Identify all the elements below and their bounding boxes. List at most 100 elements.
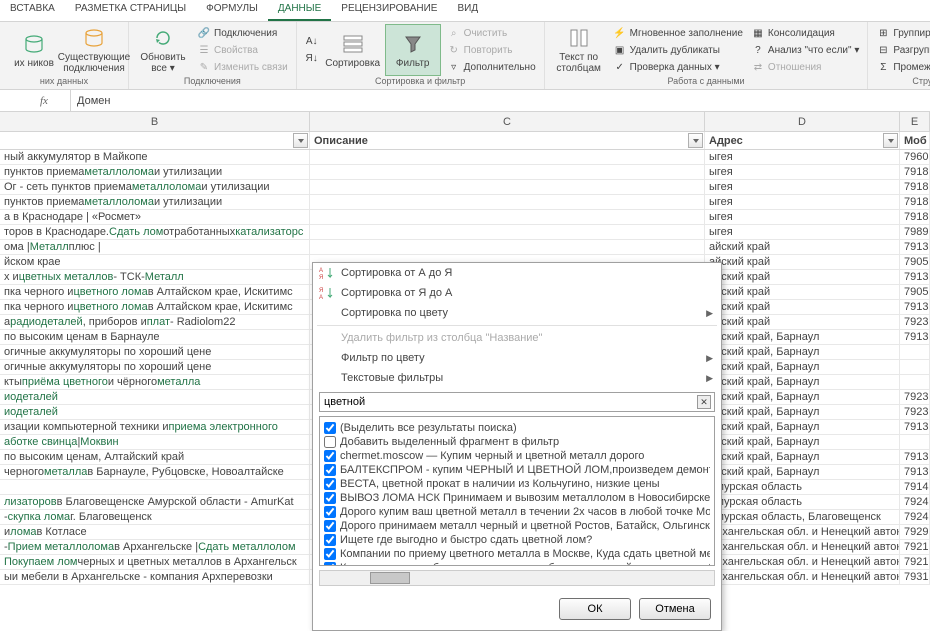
- cell[interactable]: 7923: [900, 405, 930, 419]
- cell[interactable]: аботке свинца | Моквин: [0, 435, 310, 449]
- sort-button[interactable]: Сортировка: [325, 24, 381, 76]
- cell[interactable]: Архангельская обл. и Ненецкий автоно: [705, 570, 900, 584]
- sort-az-button[interactable]: А↓: [303, 34, 321, 50]
- col-header-d[interactable]: D: [705, 112, 900, 131]
- cell[interactable]: пка черного и цветного лома в Алтайском …: [0, 300, 310, 314]
- table-row[interactable]: пунктов приема металлолома и утилизацииы…: [0, 165, 930, 180]
- cell[interactable]: торов в Краснодаре. Сдать лом отработанн…: [0, 225, 310, 239]
- filter-item[interactable]: Ищете где выгодно и быстро сдать цветной…: [324, 533, 710, 547]
- clear-search-button[interactable]: ✕: [697, 395, 711, 409]
- consolidate-button[interactable]: ▦Консолидация: [749, 25, 861, 41]
- properties-button[interactable]: ☰Свойства: [195, 42, 290, 58]
- table-row[interactable]: ома | Металл плюс |айский край7913: [0, 240, 930, 255]
- text-filters-item[interactable]: Текстовые фильтры▶: [313, 368, 721, 388]
- sort-by-color-item[interactable]: Сортировка по цвету▶: [313, 303, 721, 323]
- cell[interactable]: айский край, Барнаул: [705, 345, 900, 359]
- flash-fill-button[interactable]: ⚡Мгновенное заполнение: [611, 25, 745, 41]
- cell[interactable]: айский край, Барнаул: [705, 390, 900, 404]
- cell[interactable]: ыгея: [705, 225, 900, 239]
- cell[interactable]: [310, 225, 705, 239]
- filter-item[interactable]: Компании по приему цветного металла в Мо…: [324, 547, 710, 561]
- cell[interactable]: Ог - сеть пунктов приема металлолома и у…: [0, 180, 310, 194]
- cell[interactable]: [900, 345, 930, 359]
- cell[interactable]: 7914: [900, 480, 930, 494]
- col-header-c[interactable]: C: [310, 112, 705, 131]
- cell[interactable]: черного металла в Барнауле, Рубцовске, Н…: [0, 465, 310, 479]
- cell[interactable]: а радиодеталей, приборов и плат - Radiol…: [0, 315, 310, 329]
- remove-duplicates-button[interactable]: ▣Удалить дубликаты: [611, 42, 745, 58]
- cell[interactable]: пунктов приема металлолома и утилизации: [0, 195, 310, 209]
- cell[interactable]: Амурская область: [705, 495, 900, 509]
- cell[interactable]: Покупаем лом черных и цветных металлов в…: [0, 555, 310, 569]
- sort-az-item[interactable]: АЯ Сортировка от А до Я: [313, 263, 721, 283]
- cell[interactable]: и лома в Котласе: [0, 525, 310, 539]
- ungroup-button[interactable]: ⊟Разгруппировать ▾: [874, 42, 930, 58]
- connections-button[interactable]: 🔗Подключения: [195, 25, 290, 41]
- formula-input[interactable]: Домен: [70, 90, 930, 111]
- text-to-columns-button[interactable]: Текст по столбцам: [551, 24, 607, 76]
- cell[interactable]: [310, 150, 705, 164]
- cell[interactable]: пка черного и цветного лома в Алтайском …: [0, 285, 310, 299]
- cell[interactable]: ыгея: [705, 150, 900, 164]
- col-header-e[interactable]: Е: [900, 112, 930, 131]
- cell[interactable]: лизаторов в Благовещенске Амурской облас…: [0, 495, 310, 509]
- cell[interactable]: 7905: [900, 285, 930, 299]
- cell[interactable]: 7913: [900, 240, 930, 254]
- cell[interactable]: ыгея: [705, 195, 900, 209]
- cell[interactable]: - скупка лома г. Благовещенск: [0, 510, 310, 524]
- cell[interactable]: огичные аккумуляторы по хороший цене: [0, 360, 310, 374]
- cell[interactable]: 7918: [900, 195, 930, 209]
- ribbon-tab-рецензирование[interactable]: РЕЦЕНЗИРОВАНИЕ: [331, 0, 447, 21]
- filter-by-color-item[interactable]: Фильтр по цвету▶: [313, 348, 721, 368]
- filter-dropdown-btn-d[interactable]: [883, 133, 898, 148]
- existing-connections-button[interactable]: Существующие подключения: [66, 24, 122, 76]
- cell[interactable]: ный аккумулятор в Майкопе: [0, 150, 310, 164]
- cell[interactable]: иодеталей: [0, 390, 310, 404]
- filter-item[interactable]: chermet.moscow — Купим черный и цветной …: [324, 449, 710, 463]
- table-row[interactable]: торов в Краснодаре. Сдать лом отработанн…: [0, 225, 930, 240]
- cell[interactable]: кты приёма цветного и чёрного металла: [0, 375, 310, 389]
- fx-icon[interactable]: fx: [40, 95, 48, 107]
- cell[interactable]: Архангельская обл. и Ненецкий автоно: [705, 540, 900, 554]
- add-to-filter[interactable]: Добавить выделенный фрагмент в фильтр: [324, 435, 710, 449]
- cell[interactable]: ыгея: [705, 165, 900, 179]
- cell[interactable]: 7929: [900, 525, 930, 539]
- cell[interactable]: х и цветных металлов - ТСК-Металл: [0, 270, 310, 284]
- cell[interactable]: айский край, Барнаул: [705, 465, 900, 479]
- cell[interactable]: [310, 195, 705, 209]
- cell[interactable]: Архангельская обл. и Ненецкий автоно: [705, 525, 900, 539]
- cell[interactable]: айский край, Барнаул: [705, 420, 900, 434]
- filter-h-scrollbar[interactable]: [319, 570, 715, 586]
- cell[interactable]: [310, 240, 705, 254]
- sort-za-item[interactable]: ЯА Сортировка от Я до А: [313, 283, 721, 303]
- cell[interactable]: 7913: [900, 270, 930, 284]
- cell[interactable]: [900, 435, 930, 449]
- filter-checklist[interactable]: (Выделить все результаты поиска) Добавит…: [319, 416, 715, 566]
- cell[interactable]: огичные аккумуляторы по хороший цене: [0, 345, 310, 359]
- select-all-results[interactable]: (Выделить все результаты поиска): [324, 421, 710, 435]
- cell[interactable]: 7913: [900, 420, 930, 434]
- table-row[interactable]: Ог - сеть пунктов приема металлолома и у…: [0, 180, 930, 195]
- ribbon-tab-формулы[interactable]: ФОРМУЛЫ: [196, 0, 268, 21]
- cell[interactable]: 7905: [900, 255, 930, 269]
- cell[interactable]: айский край, Барнаул: [705, 375, 900, 389]
- cell[interactable]: Амурская область: [705, 480, 900, 494]
- cell[interactable]: [310, 180, 705, 194]
- cell[interactable]: 7913: [900, 450, 930, 464]
- cell[interactable]: 7989: [900, 225, 930, 239]
- cell[interactable]: Амурская область, Благовещенск: [705, 510, 900, 524]
- filter-item[interactable]: ВЫВОЗ ЛОМА НСК Принимаем и вывозим метал…: [324, 491, 710, 505]
- filter-item[interactable]: Купим латунь в спб,купим лом латуни спб,…: [324, 561, 710, 566]
- cell[interactable]: ыи мебели в Архангельске - компания Архп…: [0, 570, 310, 584]
- cell[interactable]: айский край, Барнаул: [705, 435, 900, 449]
- reapply-button[interactable]: ↻Повторить: [445, 42, 538, 58]
- cell[interactable]: 7960: [900, 150, 930, 164]
- filter-item[interactable]: Дорого купим ваш цветной металл в течени…: [324, 505, 710, 519]
- cell[interactable]: айский край, Барнаул: [705, 360, 900, 374]
- cell[interactable]: а в Краснодаре | «Росмет»: [0, 210, 310, 224]
- filter-dropdown-btn-b[interactable]: [293, 133, 308, 148]
- filter-item[interactable]: Дорого принимаем металл черный и цветной…: [324, 519, 710, 533]
- cell[interactable]: Архангельская обл. и Ненецкий автоно: [705, 555, 900, 569]
- cell[interactable]: 7918: [900, 210, 930, 224]
- cell[interactable]: ыгея: [705, 180, 900, 194]
